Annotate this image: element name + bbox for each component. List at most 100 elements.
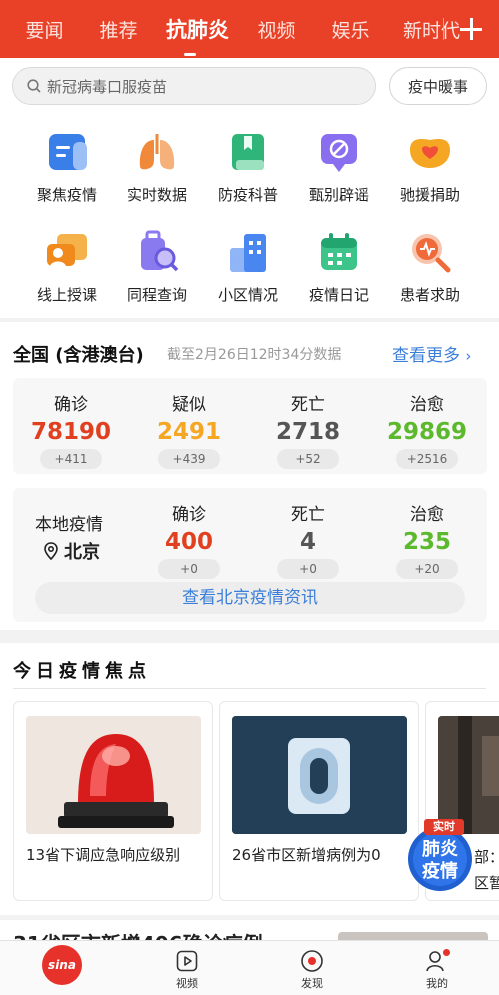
- section-divider: [13, 688, 486, 689]
- stat-deaths: 死亡 2718 +52: [258, 390, 358, 469]
- badge-line1: 肺炎: [422, 839, 458, 860]
- grid-item-debunk[interactable]: 甄别辟谣: [294, 116, 384, 206]
- realtime-badge: 实时 肺炎 疫情: [402, 817, 478, 893]
- search-placeholder: 新冠病毒口服疫苗: [47, 77, 168, 96]
- stat-value: 2718: [275, 419, 340, 445]
- stat-delta: +439: [158, 449, 220, 469]
- stat-label: 确诊: [172, 505, 206, 525]
- heart-mask-icon: [406, 128, 454, 176]
- local-stat-confirmed: 确诊 400 +0: [139, 500, 239, 579]
- stat-label: 疑似: [172, 395, 206, 415]
- national-title: 全国 (含港澳台): [13, 345, 144, 366]
- tab-label: 我的: [426, 977, 448, 990]
- help-search-icon: [406, 228, 454, 276]
- warm-stories-button[interactable]: 疫中暖事: [389, 67, 487, 105]
- grid-item-realtime-data[interactable]: 实时数据: [112, 116, 202, 206]
- national-stats-card: 确诊 78190 +411 疑似 2491 +439 死亡 2718 +52 治…: [13, 378, 487, 474]
- stat-label: 死亡: [291, 395, 325, 415]
- stat-cured: 治愈 29869 +2516: [377, 390, 477, 469]
- lungs-icon: [133, 128, 181, 176]
- badge-line2: 疫情: [422, 861, 458, 882]
- local-stats-card: 本地疫情 北京 确诊 400 +0 死亡 4 +0 治愈 235 +20 查看北…: [13, 488, 487, 622]
- tab-fight-pneumonia[interactable]: 抗肺炎: [148, 14, 232, 56]
- chevron-right-icon: ›: [465, 347, 472, 365]
- next-article-peek[interactable]: 31省区市新增406确诊病例: [0, 920, 499, 940]
- notification-dot: [443, 949, 450, 956]
- grid-item-online-class[interactable]: 线上授课: [22, 216, 112, 306]
- today-focus-section: 今日疫情焦点 13省下调应急响应级别 26省市区新增病例为0 部 区 实时 肺炎…: [0, 643, 499, 915]
- focus-card[interactable]: 26省市区新增病例为0: [219, 701, 419, 901]
- badge-top: 实时: [433, 820, 455, 833]
- channel-nav: 要闻 推荐 抗肺炎 视频 娱乐 新时代: [0, 0, 499, 58]
- tab-discover[interactable]: 发现: [282, 947, 342, 991]
- tab-video[interactable]: 视频: [232, 16, 306, 43]
- tab-fight-pneumonia-label: 抗肺炎: [166, 18, 229, 42]
- focus-card[interactable]: 13省下调应急响应级别: [13, 701, 213, 901]
- local-stat-deaths: 死亡 4 +0: [258, 500, 358, 579]
- grid-item-focus[interactable]: 聚焦疫情: [22, 116, 112, 206]
- add-channel-button[interactable]: [443, 0, 499, 58]
- calendar-icon: [315, 228, 363, 276]
- stat-value: 78190: [30, 419, 112, 445]
- search-input[interactable]: 新冠病毒口服疫苗: [12, 67, 376, 105]
- focus-caption: 26省市区新增病例为0: [232, 846, 381, 864]
- nav-divider: [443, 18, 444, 40]
- grid-item-diary[interactable]: 疫情日记: [294, 216, 384, 306]
- tab-video-bottom[interactable]: 视频: [157, 947, 217, 991]
- stat-label: 治愈: [410, 505, 444, 525]
- stat-delta: +0: [158, 559, 220, 579]
- tab-profile[interactable]: 我的: [407, 947, 467, 991]
- video-play-icon: [176, 950, 198, 972]
- grid-item-donate[interactable]: 驰援捐助: [385, 116, 475, 206]
- grid-label: 甄别辟谣: [308, 186, 369, 204]
- stat-value: 235: [402, 529, 451, 555]
- no-rumor-icon: [315, 128, 363, 176]
- search-icon: [27, 79, 41, 93]
- local-title: 本地疫情: [35, 515, 103, 535]
- next-article-title: 31省区市新增406确诊病例: [13, 928, 263, 940]
- news-icon: [43, 128, 91, 176]
- stat-label: 死亡: [291, 505, 325, 525]
- grid-label: 同程查询: [126, 286, 187, 304]
- stat-value: 4: [299, 529, 316, 555]
- tab-headlines[interactable]: 要闻: [0, 16, 74, 43]
- stat-delta: +0: [277, 559, 339, 579]
- luggage-search-icon: [133, 228, 181, 276]
- tab-recommend[interactable]: 推荐: [74, 16, 148, 43]
- local-stat-cured: 治愈 235 +20: [377, 500, 477, 579]
- national-stats-section: 全国 (含港澳台) 截至2月26日12时34分数据 查看更多 › 确诊 7819…: [0, 322, 499, 630]
- grid-label: 线上授课: [36, 286, 97, 304]
- next-article-thumb: [338, 932, 488, 940]
- grid-item-community[interactable]: 小区情况: [203, 216, 293, 306]
- see-more-link[interactable]: 查看更多 ›: [392, 341, 471, 366]
- focus-caption: 13省下调应急响应级别: [26, 846, 181, 864]
- grid-item-prevention[interactable]: 防疫科普: [203, 116, 293, 206]
- location-selector[interactable]: 北京: [43, 538, 100, 564]
- section-title: 今日疫情焦点: [13, 661, 151, 682]
- search-row: 新冠病毒口服疫苗 疫中暖事: [0, 58, 499, 114]
- grid-label: 疫情日记: [308, 286, 369, 304]
- stat-confirmed: 确诊 78190 +411: [21, 390, 121, 469]
- discover-icon: [301, 950, 323, 972]
- grid-item-same-trip[interactable]: 同程查询: [112, 216, 202, 306]
- see-more-label: 查看更多: [392, 346, 460, 366]
- grid-item-patient-help[interactable]: 患者求助: [385, 216, 475, 306]
- grid-label: 实时数据: [126, 186, 187, 204]
- stat-label: 确诊: [54, 395, 88, 415]
- stat-value: 400: [164, 529, 213, 555]
- app-screen: 要闻 推荐 抗肺炎 视频 娱乐 新时代 新冠病毒口服疫苗 疫中暖事 聚焦疫情 实…: [0, 0, 499, 995]
- tab-label: 视频: [176, 977, 198, 990]
- plus-icon-bar: [460, 27, 482, 31]
- stat-value: 2491: [156, 419, 221, 445]
- tab-home[interactable]: sina: [32, 945, 92, 985]
- tab-entertainment[interactable]: 娱乐: [306, 16, 380, 43]
- city-name: 北京: [64, 542, 100, 563]
- grid-label: 聚焦疫情: [36, 186, 97, 204]
- sina-logo-icon: sina: [42, 945, 82, 985]
- stat-delta: +411: [40, 449, 102, 469]
- stat-value: 29869: [386, 419, 468, 445]
- grid-label: 驰援捐助: [399, 186, 460, 204]
- bottom-tab-bar: sina 视频 发现 我的: [0, 940, 499, 995]
- stat-label: 治愈: [410, 395, 444, 415]
- local-news-button[interactable]: 查看北京疫情资讯: [35, 582, 465, 614]
